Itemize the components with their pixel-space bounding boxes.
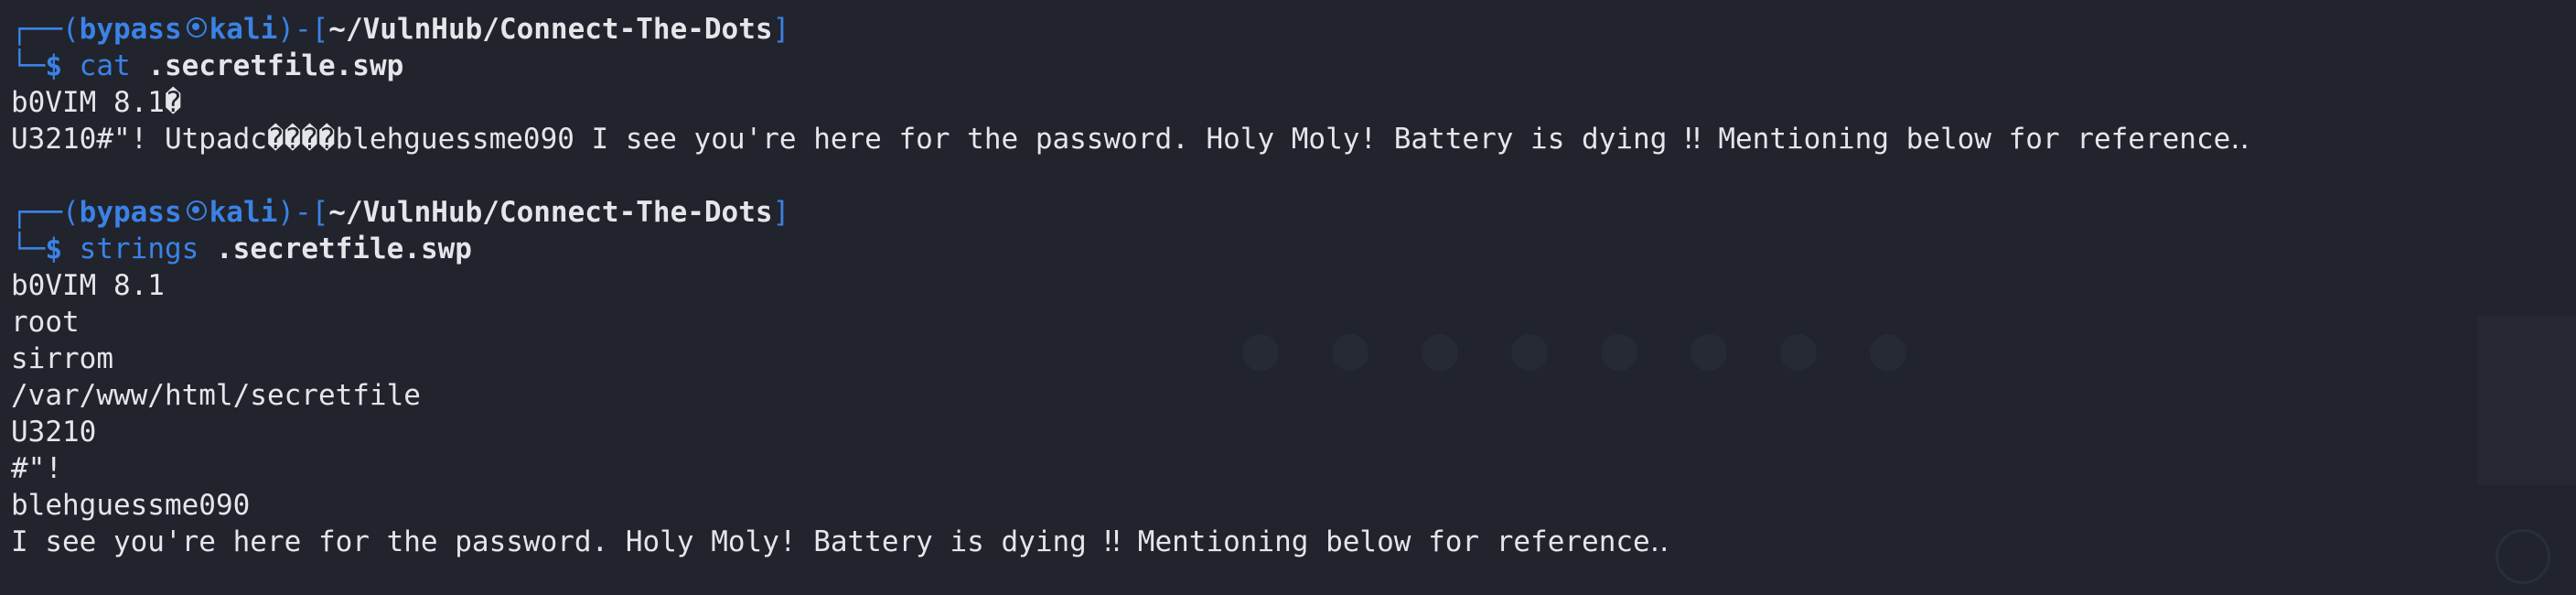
prompt-bracket-open: -[ xyxy=(294,13,329,46)
skull-icon xyxy=(184,15,208,42)
command-name: cat xyxy=(79,49,131,82)
prompt-bracket-close: ] xyxy=(772,196,790,229)
prompt-user: bypass xyxy=(79,196,182,229)
prompt-user: bypass xyxy=(79,13,182,46)
skull-icon xyxy=(184,198,208,225)
prompt-host: kali xyxy=(209,13,278,46)
prompt-dollar: $ xyxy=(45,233,62,265)
output-line: I see you're here for the password. Holy… xyxy=(11,525,1669,558)
prompt-header: ┌──(bypass kali)-[~/VulnHub/Connect-The-D… xyxy=(11,194,2576,231)
prompt-path: ~/VulnHub/Connect-The-Dots xyxy=(328,196,773,229)
prompt-frame-top: ┌──( xyxy=(11,196,80,229)
command-line[interactable]: └─$ strings .secretfile.swp xyxy=(11,231,2576,267)
prompt-bracket-close: ] xyxy=(772,13,790,46)
prompt-header: ┌──(bypass kali)-[~/VulnHub/Connect-The-D… xyxy=(11,11,2576,48)
prompt-dollar: $ xyxy=(45,49,62,82)
output-line: #"! xyxy=(11,452,62,485)
output-line: b0VIM 8.1 xyxy=(11,269,165,302)
command-argument: .secretfile.swp xyxy=(216,233,472,265)
command-line[interactable]: └─$ cat .secretfile.swp xyxy=(11,48,2576,84)
prompt-frame-top: ┌──( xyxy=(11,13,80,46)
terminal-window[interactable]: ┌──(bypass kali)-[~/VulnHub/Connect-The-D… xyxy=(0,0,2576,595)
output-line: /var/www/html/secretfile xyxy=(11,379,421,412)
prompt-frame-bottom: └─ xyxy=(11,49,46,82)
command-argument: .secretfile.swp xyxy=(147,49,404,82)
prompt-bracket-open: -[ xyxy=(294,196,329,229)
prompt-host: kali xyxy=(209,196,278,229)
command-name: strings xyxy=(79,233,199,265)
prompt-frame-bottom: └─ xyxy=(11,233,46,265)
output-line: U3210#"! Utpadc����blehguessme090 I see … xyxy=(11,123,2249,156)
prompt-paren-close: ) xyxy=(277,196,295,229)
output-line: blehguessme090 xyxy=(11,489,251,522)
prompt-paren-close: ) xyxy=(277,13,295,46)
prompt-path: ~/VulnHub/Connect-The-Dots xyxy=(328,13,773,46)
output-line: U3210 xyxy=(11,416,97,449)
output-line: root xyxy=(11,306,80,339)
output-line: sirrom xyxy=(11,342,113,375)
output-line: b0VIM 8.1� xyxy=(11,86,182,119)
